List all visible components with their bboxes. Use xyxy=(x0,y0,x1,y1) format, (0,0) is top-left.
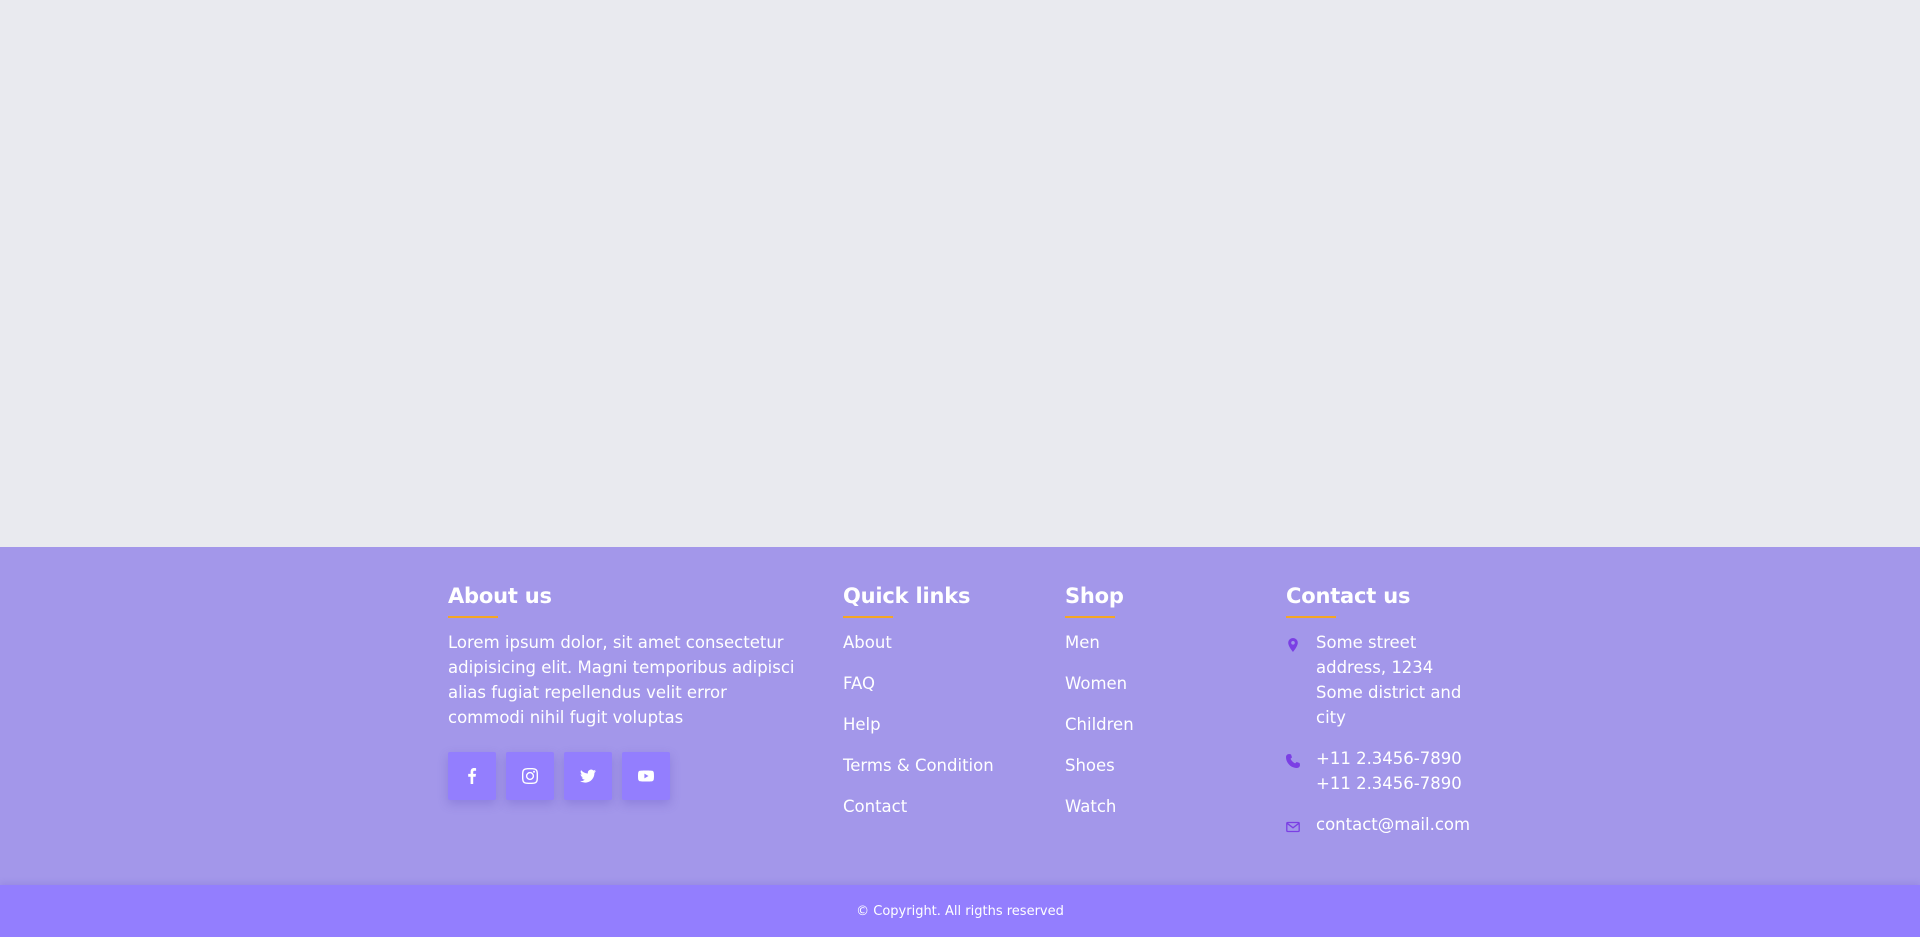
facebook-icon xyxy=(468,768,477,785)
title-underline xyxy=(1286,616,1336,619)
quick-link-about[interactable]: About xyxy=(843,630,1033,655)
title-underline xyxy=(1065,616,1115,619)
quick-link-terms[interactable]: Terms & Condition xyxy=(843,753,1033,778)
quick-links-title: Quick links xyxy=(843,584,971,608)
quick-link-faq[interactable]: FAQ xyxy=(843,671,1033,696)
shop-links-list: Men Women Children Shoes Watch xyxy=(1065,630,1255,819)
about-text: Lorem ipsum dolor, sit amet consectetur … xyxy=(448,633,795,728)
copyright-bar: © Copyright. All rigths reserved xyxy=(0,885,1920,937)
title-underline xyxy=(448,616,498,619)
email-link[interactable]: contact@mail.com xyxy=(1316,812,1470,841)
mail-icon xyxy=(1286,812,1316,841)
contact-section: Contact us Some street address, 1234 Som… xyxy=(1286,583,1506,857)
instagram-icon xyxy=(522,768,538,785)
quick-links-section: Quick links About FAQ Help Terms & Condi… xyxy=(843,583,1033,835)
contact-title: Contact us xyxy=(1286,584,1411,608)
about-section: About us Lorem ipsum dolor, sit amet con… xyxy=(448,583,798,801)
social-links xyxy=(448,752,798,801)
contact-email: contact@mail.com xyxy=(1286,812,1506,841)
shop-section: Shop Men Women Children Shoes Watch xyxy=(1065,583,1255,835)
shop-link-children[interactable]: Children xyxy=(1065,712,1255,737)
phone-numbers: +11 2.3456-7890 +11 2.3456-7890 xyxy=(1316,746,1462,796)
quick-link-contact[interactable]: Contact xyxy=(843,794,1033,819)
phone-number-2[interactable]: +11 2.3456-7890 xyxy=(1316,771,1462,796)
twitter-button[interactable] xyxy=(564,752,612,801)
contact-phones: +11 2.3456-7890 +11 2.3456-7890 xyxy=(1286,746,1506,796)
facebook-button[interactable] xyxy=(448,752,496,801)
quick-link-help[interactable]: Help xyxy=(843,712,1033,737)
shop-link-watch[interactable]: Watch xyxy=(1065,794,1255,819)
copyright-text: © Copyright. All rigths reserved xyxy=(856,903,1064,919)
shop-link-men[interactable]: Men xyxy=(1065,630,1255,655)
shop-link-women[interactable]: Women xyxy=(1065,671,1255,696)
contact-address: Some street address, 1234 Some district … xyxy=(1286,630,1506,730)
site-footer: About us Lorem ipsum dolor, sit amet con… xyxy=(0,547,1920,885)
instagram-button[interactable] xyxy=(506,752,554,801)
youtube-button[interactable] xyxy=(622,752,670,801)
shop-title: Shop xyxy=(1065,584,1124,608)
phone-icon xyxy=(1286,746,1316,796)
phone-number-1[interactable]: +11 2.3456-7890 xyxy=(1316,746,1462,771)
about-title: About us xyxy=(448,584,552,608)
title-underline xyxy=(843,616,893,619)
address-text: Some street address, 1234 Some district … xyxy=(1316,633,1462,728)
main-content-area xyxy=(0,0,1920,547)
youtube-icon xyxy=(638,770,654,782)
map-pin-icon xyxy=(1286,630,1316,730)
twitter-icon xyxy=(580,769,596,783)
quick-links-list: About FAQ Help Terms & Condition Contact xyxy=(843,630,1033,819)
shop-link-shoes[interactable]: Shoes xyxy=(1065,753,1255,778)
